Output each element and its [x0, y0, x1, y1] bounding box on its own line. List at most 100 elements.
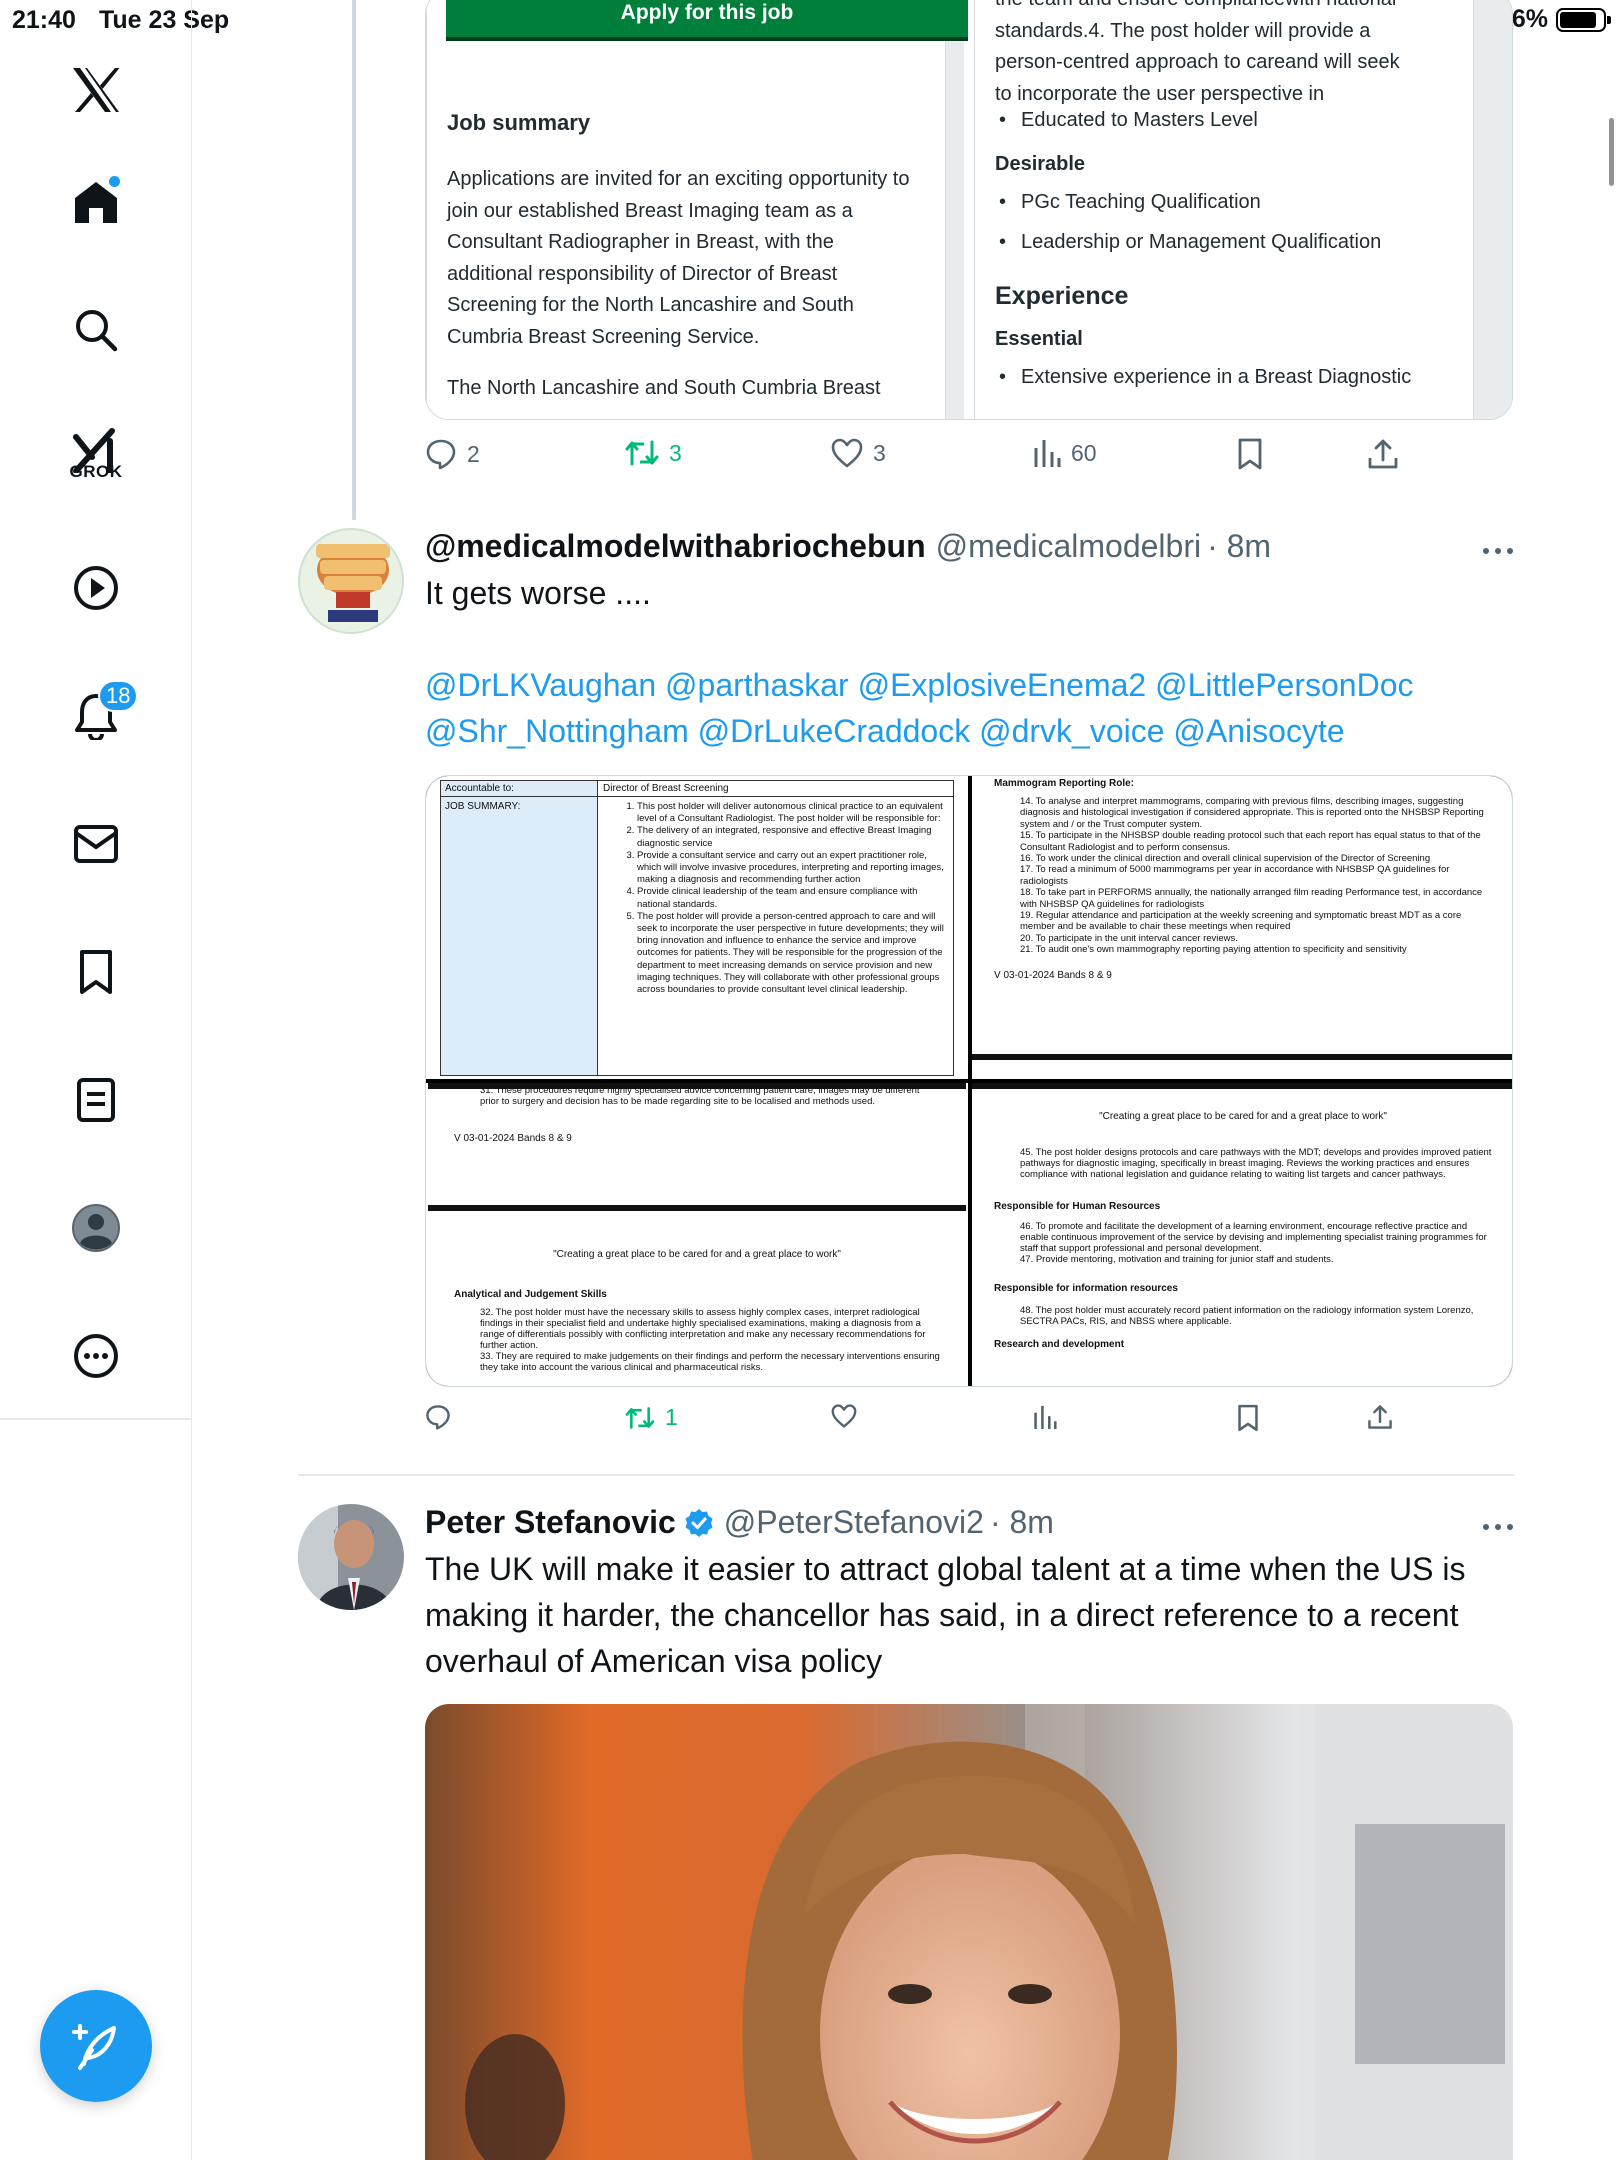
nav-lists[interactable]	[56, 1060, 136, 1140]
reply-count: 2	[467, 440, 480, 467]
bookmark-button[interactable]	[1237, 438, 1263, 470]
tweet1-media[interactable]: Job summary Applications are invited for…	[425, 0, 1513, 420]
list-item: 32. The post holder must have the necess…	[480, 1307, 926, 1351]
desirable-item: Leadership or Management Qualification	[995, 222, 1453, 262]
list-item: 20. To participate in the unit interval …	[1020, 932, 1238, 944]
handle[interactable]: @medicalmodelbri	[936, 528, 1201, 565]
list-item: 17. To read a minimum of 5000 mammograms…	[1020, 864, 1450, 887]
bookmark-icon	[1238, 1404, 1258, 1432]
right-bullet-0: Educated to Masters Level	[995, 110, 1453, 126]
list-item: 14. To analyse and interpret mammograms,…	[1020, 796, 1484, 830]
timestamp[interactable]: · 8m	[1207, 528, 1271, 565]
nav-grok[interactable]: GROK	[56, 410, 136, 490]
essential-heading: Essential	[995, 328, 1083, 350]
views-button[interactable]: 60	[1033, 438, 1097, 468]
tweet-mentions[interactable]: @DrLKVaughan @parthaskar @ExplosiveEnema…	[425, 662, 1515, 708]
repost-icon	[625, 440, 659, 466]
media-image[interactable]: 31. These procedures require highly spec…	[426, 1083, 968, 1386]
handle[interactable]: @PeterStefanovi2	[724, 1504, 984, 1541]
share-button[interactable]	[1367, 438, 1399, 470]
repost-count: 1	[665, 1404, 678, 1430]
like-button[interactable]: 3	[831, 438, 886, 468]
list-item: 15. To participate in the NHSBSP double …	[1020, 830, 1481, 853]
sidebar: GROK 18	[0, 0, 192, 2160]
nav-profile[interactable]	[56, 1188, 136, 1268]
tweet2-actions: 1	[425, 1404, 1445, 1444]
version-label: V 03-01-2024 Bands 8 & 9	[454, 1133, 572, 1144]
nav-notifications[interactable]: 18	[56, 676, 139, 756]
notifications-badge: 18	[98, 680, 139, 712]
media-image[interactable]: "Creating a great place to be cared for …	[972, 1083, 1512, 1386]
tweet-3[interactable]: Peter Stefanovic @PeterStefanovi2 · 8m T…	[298, 1504, 1514, 1704]
repost-button[interactable]: 1	[625, 1404, 678, 1431]
list-item: The post holder will provide a person-ce…	[637, 911, 945, 996]
page-break	[428, 1205, 966, 1211]
page-break	[972, 1054, 1512, 1079]
display-name[interactable]: @medicalmodelwithabriochebun	[425, 528, 926, 565]
nav-explore[interactable]	[56, 290, 136, 370]
reply-button[interactable]	[425, 1404, 451, 1430]
right-text-1: the team and ensure compliancewith natio…	[995, 0, 1453, 16]
like-count: 3	[873, 439, 886, 466]
views-icon	[1034, 1405, 1057, 1429]
job-summary-list: This post holder will deliver autonomous…	[619, 801, 945, 996]
tweet3-photo[interactable]	[425, 1704, 1513, 2160]
list-item: Provide clinical leadership of the team …	[637, 886, 945, 910]
desirable-heading: Desirable	[995, 153, 1086, 175]
avatar[interactable]	[298, 528, 404, 634]
info-heading: Responsible for information resources	[994, 1283, 1178, 1294]
nav-home[interactable]	[56, 162, 136, 242]
more-options-icon[interactable]	[1482, 542, 1514, 560]
list-item: 18. To take part in PERFORMS annually, t…	[1020, 887, 1483, 910]
heart-icon	[831, 1404, 857, 1428]
like-button[interactable]	[831, 1404, 857, 1428]
bookmark-button[interactable]	[1237, 1404, 1259, 1432]
compose-button[interactable]	[40, 1990, 152, 2102]
repost-button[interactable]: 3	[625, 438, 682, 468]
nav-video[interactable]	[56, 548, 136, 628]
tweet-header: @medicalmodelwithabriochebun @medicalmod…	[425, 528, 1271, 565]
analytical-list: 32. The post holder must have the necess…	[454, 1307, 944, 1373]
x-logo-icon[interactable]	[56, 50, 136, 130]
accountable-label: Accountable to:	[445, 783, 514, 794]
apply-button[interactable]: Apply for this job	[446, 0, 968, 41]
list-item: 46. To promote and facilitate the develo…	[1020, 1221, 1487, 1254]
list-item: 16. To work under the clinical direction…	[1020, 853, 1431, 865]
media-image[interactable]: Accountable to: Director of Breast Scree…	[426, 776, 968, 1079]
thread-line	[352, 0, 356, 520]
share-icon	[1368, 439, 1398, 469]
avatar[interactable]	[298, 1504, 404, 1610]
sidebar-divider	[0, 1418, 192, 1420]
right-text-3: person-centred approach to careand will …	[995, 51, 1400, 73]
timestamp[interactable]: · 8m	[990, 1504, 1054, 1541]
desirable-item: PGc Teaching Qualification	[995, 182, 1453, 222]
views-count: 60	[1071, 439, 1097, 466]
item-45: 45. The post holder designs protocols an…	[1020, 1147, 1492, 1180]
reply-icon	[426, 439, 456, 470]
nav-more[interactable]	[56, 1316, 136, 1396]
list-item: 33. They are required to make judgements…	[480, 1351, 940, 1373]
tweet-text: The UK will make it easier to attract gl…	[425, 1551, 1466, 1679]
views-button[interactable]	[1033, 1404, 1057, 1430]
hr-list: 46. To promote and facilitate the develo…	[994, 1221, 1492, 1265]
heart-icon	[831, 438, 863, 468]
display-name[interactable]: Peter Stefanovic	[425, 1504, 676, 1541]
list-item: 21. To audit one's own mammography repor…	[1020, 944, 1407, 956]
mail-icon	[74, 825, 118, 863]
job-summary-text-2: The North Lancashire and South Cumbria B…	[447, 377, 881, 399]
reply-button[interactable]: 2	[425, 438, 480, 470]
list-item: This post holder will deliver autonomous…	[637, 801, 945, 825]
media-image[interactable]: Mammogram Reporting Role: 14. To analyse…	[972, 776, 1512, 1079]
scrollbar-thumb[interactable]	[1609, 118, 1614, 186]
tweet2-media-grid[interactable]: Accountable to: Director of Breast Scree…	[425, 775, 1513, 1387]
analytical-heading: Analytical and Judgement Skills	[454, 1289, 607, 1300]
tweet-mentions[interactable]: @Shr_Nottingham @DrLukeCraddock @drvk_vo…	[425, 708, 1515, 754]
nav-messages[interactable]	[56, 804, 136, 884]
more-options-icon[interactable]	[1482, 1518, 1514, 1536]
list-item: 47. Provide mentoring, motivation and tr…	[1020, 1254, 1334, 1265]
views-icon	[1034, 440, 1061, 467]
nav-bookmarks[interactable]	[56, 932, 136, 1012]
share-button[interactable]	[1367, 1404, 1393, 1430]
reply-icon	[426, 1405, 450, 1430]
table-label-col	[441, 781, 598, 1075]
